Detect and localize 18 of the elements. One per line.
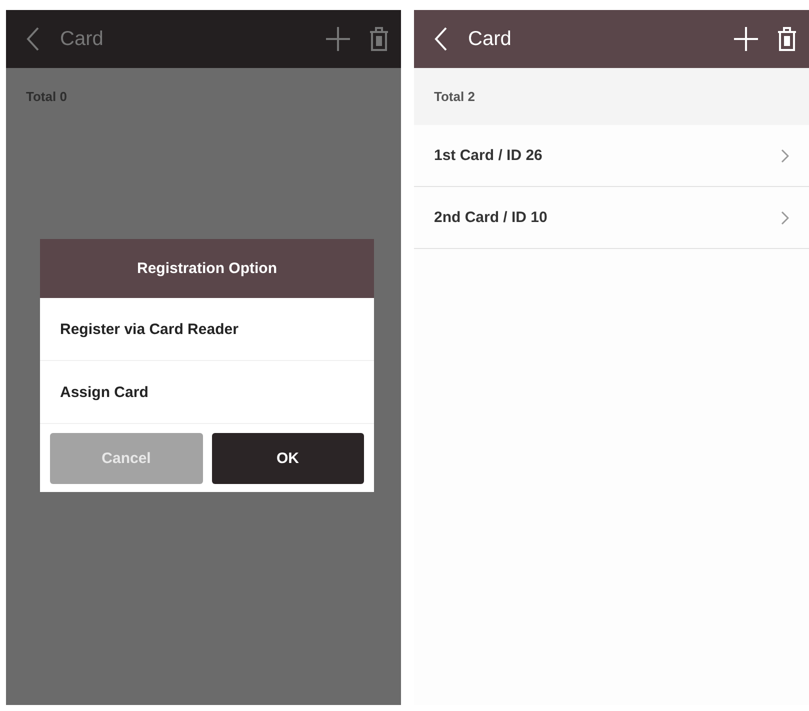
card-list-item[interactable]: 2nd Card / ID 10 [414, 187, 809, 249]
total-count: Total 2 [434, 89, 475, 104]
total-count: Total 0 [26, 89, 67, 104]
chevron-right-icon [781, 210, 789, 224]
trash-icon [777, 26, 797, 52]
plus-icon [733, 26, 759, 52]
screen-title: Card [468, 28, 512, 50]
plus-icon [325, 26, 351, 52]
ok-button[interactable]: OK [212, 433, 364, 484]
screen-title: Card [60, 28, 104, 50]
card-list-item[interactable]: 1st Card / ID 26 [414, 125, 809, 187]
trash-icon [369, 26, 389, 52]
dialog-option[interactable]: Register via Card Reader [40, 298, 374, 361]
back-chevron-icon [26, 26, 40, 52]
chevron-right-icon [781, 148, 789, 162]
dialog-title: Registration Option [40, 239, 374, 298]
dialog-option[interactable]: Assign Card [40, 361, 374, 424]
back-chevron-icon [434, 26, 448, 52]
